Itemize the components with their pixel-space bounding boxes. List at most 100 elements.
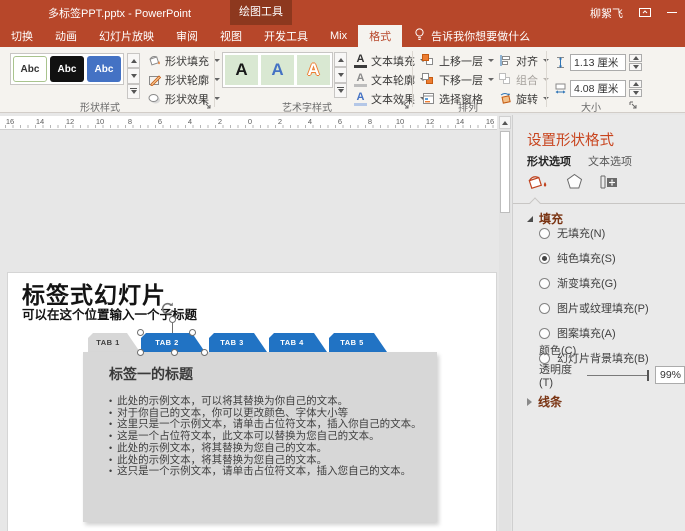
ribbon-tab[interactable]: 动画 — [44, 25, 88, 47]
ribbon-tab[interactable]: 幻灯片放映 — [88, 25, 165, 47]
gallery-up-arrow[interactable] — [127, 53, 140, 68]
fill-option-radio[interactable]: 纯色填充(S) — [539, 250, 649, 266]
transparency-slider-thumb[interactable] — [647, 370, 649, 381]
slide-tab-shape[interactable]: TAB 2 — [141, 333, 205, 352]
shape-style-thumbnail[interactable]: Abc — [50, 56, 84, 82]
text-fill-button[interactable]: A 文本填充 — [352, 52, 428, 69]
shape-styles-dialog-launcher[interactable] — [202, 100, 212, 110]
slide-tab-shape[interactable]: TAB 5 — [329, 333, 387, 352]
shape-width-input[interactable] — [570, 80, 626, 97]
resize-handle[interactable] — [137, 349, 144, 356]
tell-me-box[interactable]: 告诉我你想要做什么 — [402, 25, 542, 47]
user-name[interactable]: 柳絮飞 — [590, 5, 623, 21]
arrange-group-label: 排列 — [438, 99, 498, 114]
resize-handle[interactable] — [189, 329, 196, 336]
text-outline-button[interactable]: A 文本轮廓 — [352, 71, 428, 88]
vertical-scrollbar[interactable] — [499, 116, 511, 531]
size-dialog-launcher[interactable] — [628, 100, 638, 110]
contextual-tab-drawing-tools[interactable]: 绘图工具 — [230, 0, 292, 25]
fill-option-radio[interactable]: 图片或纹理填充(P) — [539, 300, 649, 316]
text-effects-button[interactable]: A 文本效果 — [352, 90, 428, 107]
radio-button[interactable] — [539, 228, 550, 239]
bring-forward-button[interactable]: 上移一层 — [420, 52, 496, 69]
fill-line-icon[interactable] — [527, 173, 549, 196]
transparency-value-input[interactable] — [655, 366, 685, 384]
resize-handle[interactable] — [137, 329, 144, 336]
pane-tab-text-options[interactable]: 文本选项 — [588, 153, 632, 169]
bullet-item: •此处的示例文本，将其替换为您自己的文本。 — [109, 443, 427, 455]
width-spin-up[interactable] — [629, 80, 642, 88]
shape-style-thumbnail[interactable]: Abc — [13, 56, 47, 82]
horizontal-ruler[interactable]: 1614121086420246810121416 — [0, 116, 497, 130]
slide-canvas[interactable]: 标签式幻灯片 可以在这个位置输入一个子标题 TAB 1 — [0, 115, 512, 531]
send-backward-button[interactable]: 下移一层 — [420, 71, 496, 88]
wordart-style-thumbnail[interactable]: A — [297, 55, 330, 85]
wordart-gallery[interactable]: AAA — [222, 52, 333, 88]
ribbon-tab[interactable]: 格式 — [358, 25, 402, 47]
ribbon-tab[interactable]: 审阅 — [165, 25, 209, 47]
rotate-icon — [499, 92, 512, 105]
rotate-button[interactable]: 旋转 — [497, 90, 551, 107]
expand-triangle-icon — [527, 398, 532, 406]
radio-button[interactable] — [539, 328, 550, 339]
wordart-dialog-launcher[interactable] — [400, 100, 410, 110]
format-shape-pane: 设置形状格式 形状选项 文本选项 填充 — [512, 115, 685, 531]
ruler-number: 6 — [145, 117, 175, 126]
gallery-up-arrow[interactable] — [334, 52, 347, 67]
gallery-more-button[interactable] — [127, 84, 140, 99]
wordart-group-label: 艺术字样式 — [262, 99, 352, 114]
scrollbar-thumb[interactable] — [500, 131, 510, 213]
text-fill-icon: A — [354, 54, 367, 67]
wordart-style-thumbnail[interactable]: A — [261, 55, 294, 85]
ruler-number: 14 — [25, 117, 55, 126]
shape-outline-button[interactable]: 形状轮廓 — [146, 71, 222, 88]
group-button[interactable]: 组合 — [497, 71, 551, 88]
scrollbar-up-arrow[interactable] — [499, 116, 511, 129]
width-spin-down[interactable] — [629, 89, 642, 97]
height-spin-down[interactable] — [629, 63, 642, 71]
bullet-list[interactable]: •此处的示例文本，可以将其替换为你自己的文本。•对于你自己的文本，你可以更改颜色… — [109, 396, 427, 478]
radio-button[interactable] — [539, 253, 550, 264]
transparency-slider[interactable] — [587, 370, 649, 381]
slide-tab-shape[interactable]: TAB 3 — [209, 333, 267, 352]
slide-tab-shape[interactable]: TAB 4 — [269, 333, 327, 352]
gallery-down-arrow[interactable] — [127, 68, 140, 83]
effects-icon[interactable] — [566, 173, 583, 195]
minimize-button[interactable] — [667, 12, 677, 13]
ribbon-tab[interactable]: 开发工具 — [253, 25, 319, 47]
tab-content-title[interactable]: 标签一的标题 — [109, 364, 193, 384]
text-outline-icon: A — [354, 73, 367, 86]
radio-button[interactable] — [539, 303, 550, 314]
fill-option-radio[interactable]: 渐变填充(G) — [539, 275, 649, 291]
title-bar: 多标签PPT.pptx - PowerPoint 绘图工具 柳絮飞 — [0, 0, 685, 25]
height-spin-up[interactable] — [629, 54, 642, 62]
pane-tab-shape-options[interactable]: 形状选项 — [527, 153, 571, 169]
radio-button[interactable] — [539, 278, 550, 289]
ruler-number: 2 — [265, 117, 295, 126]
ruler-number: 8 — [115, 117, 145, 126]
slide-tab-shape[interactable]: TAB 1 — [88, 333, 140, 352]
slide[interactable]: 标签式幻灯片 可以在这个位置输入一个子标题 TAB 1 — [8, 273, 496, 531]
fill-option-radio[interactable]: 无填充(N) — [539, 225, 649, 241]
align-button[interactable]: 对齐 — [497, 52, 551, 69]
line-section-header[interactable]: 线条 — [527, 393, 562, 410]
ribbon-display-options-icon[interactable] — [639, 6, 651, 20]
ribbon-tab[interactable]: 切换 — [0, 25, 44, 47]
size-properties-icon[interactable] — [600, 174, 618, 195]
wordart-gallery-scroll — [334, 52, 347, 98]
color-label: 颜色(C) — [539, 342, 576, 358]
shape-style-thumbnail[interactable]: Abc — [87, 56, 121, 82]
tab-content-panel[interactable]: 标签一的标题 •此处的示例文本，可以将其替换为你自己的文本。•对于你自己的文本，… — [83, 352, 437, 522]
ribbon-tab[interactable]: Mix — [319, 25, 358, 47]
gallery-down-arrow[interactable] — [334, 67, 347, 82]
shape-height-input[interactable] — [570, 54, 626, 71]
shape-fill-button[interactable]: 形状填充 — [146, 52, 222, 69]
shape-styles-gallery[interactable]: AbcAbcAbc — [10, 53, 124, 85]
fill-option-radio[interactable]: 图案填充(A) — [539, 325, 649, 341]
gallery-more-button[interactable] — [334, 83, 347, 98]
ribbon-tab[interactable]: 视图 — [209, 25, 253, 47]
resize-handle[interactable] — [201, 349, 208, 356]
rotation-handle[interactable] — [169, 316, 176, 323]
wordart-style-thumbnail[interactable]: A — [225, 55, 258, 85]
ruler-number: 8 — [355, 117, 385, 126]
